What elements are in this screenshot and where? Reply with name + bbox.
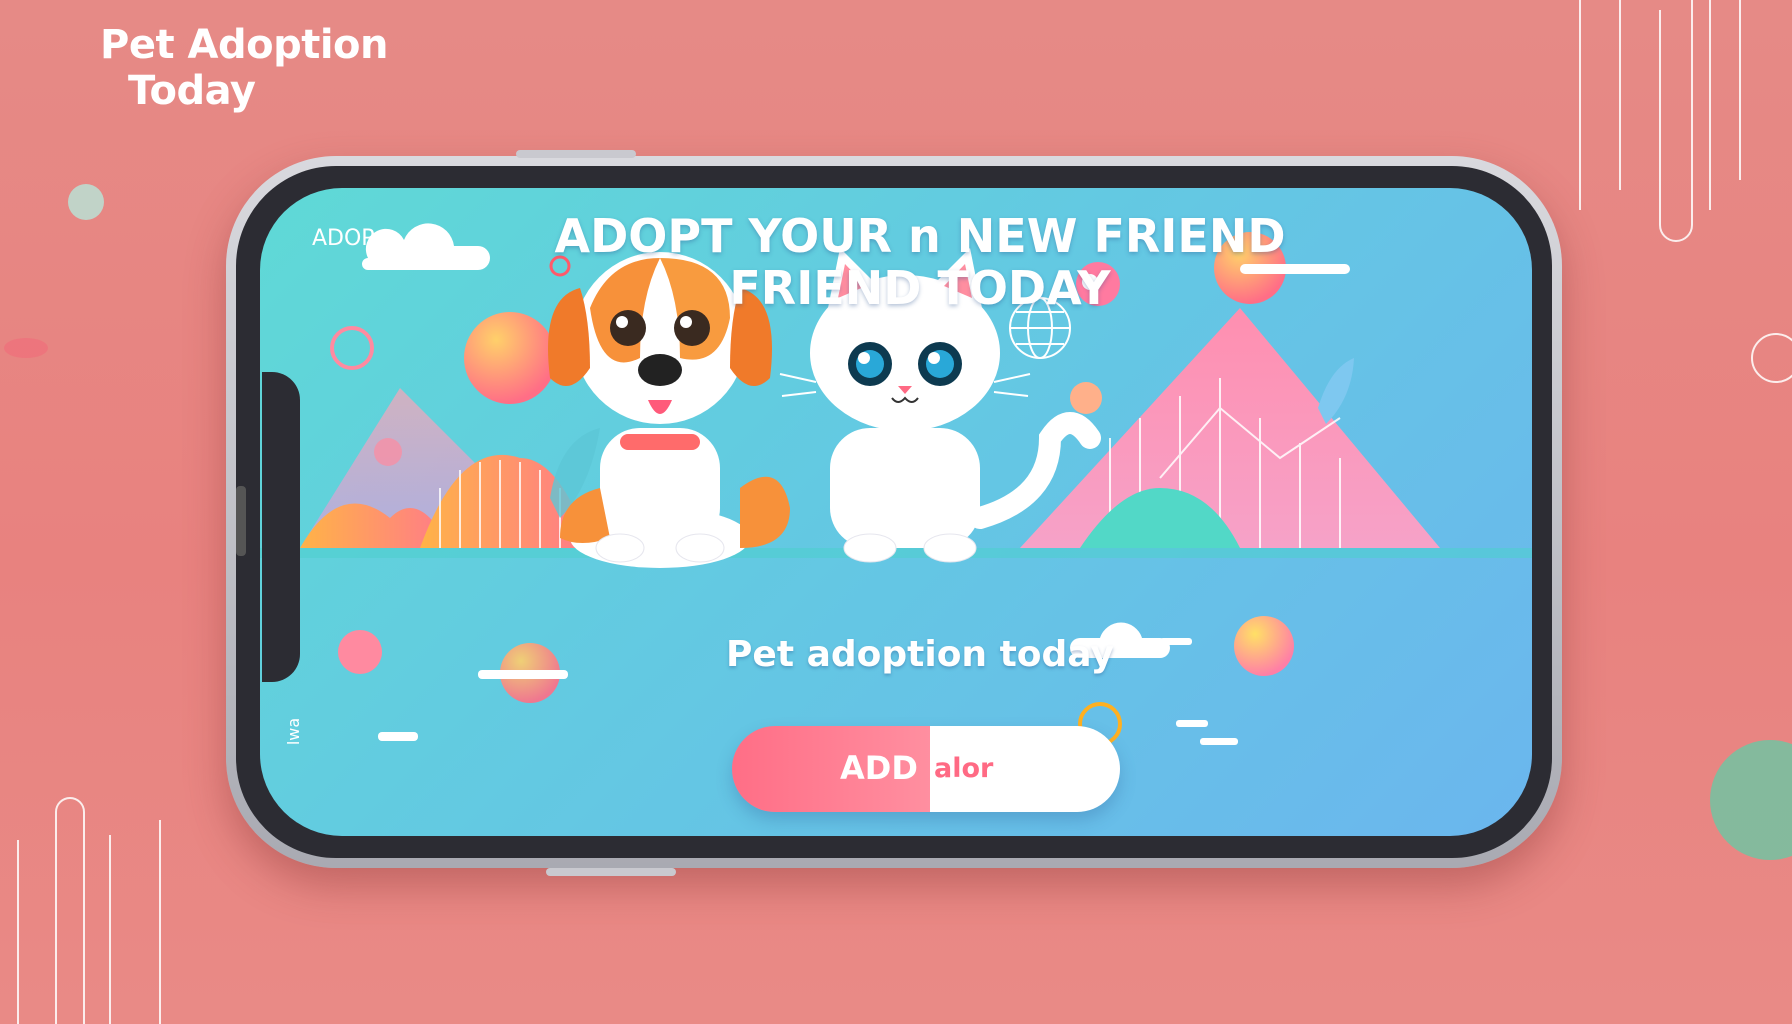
- adopt-button-label-right: alor: [934, 753, 994, 784]
- screen-corner-label: ADOP: [312, 226, 375, 251]
- screen-headline: ADOPT YOUR n NEW FRIEND FRIEND TODAY: [520, 210, 1320, 314]
- screen-bottom-label: lwa: [284, 717, 304, 746]
- phone-notch: [262, 372, 300, 682]
- phone-side-button: [236, 486, 246, 556]
- headline-line-1: ADOPT YOUR n NEW FRIEND: [554, 209, 1286, 263]
- phone-screen: ADOP ADOPT YOUR n NEW FRIEND FRIEND TODA…: [260, 188, 1532, 836]
- adopt-button-label-left: ADD: [840, 749, 918, 787]
- phone-device: ADOP ADOPT YOUR n NEW FRIEND FRIEND TODA…: [226, 150, 1562, 876]
- phone-bottom-button: [546, 868, 676, 876]
- phone-top-button: [516, 150, 636, 158]
- page: { "brand": {"line1": "Pet Adoption", "li…: [0, 0, 1792, 1024]
- adopt-button[interactable]: ADD alor: [732, 726, 1120, 812]
- screen-subtitle: Pet adoption today: [726, 634, 1114, 675]
- phone-bezel: ADOP ADOPT YOUR n NEW FRIEND FRIEND TODA…: [236, 166, 1552, 858]
- headline-line-2: FRIEND TODAY: [729, 261, 1111, 315]
